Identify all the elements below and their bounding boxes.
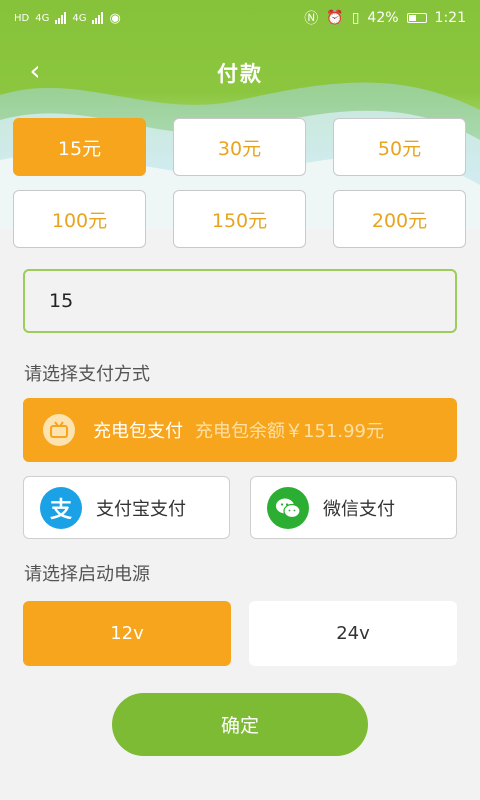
payment-method-label: 请选择支付方式 (24, 364, 150, 385)
chevron-left-icon[interactable]: ‹ (20, 56, 50, 86)
amount-button-150[interactable]: 150元 (173, 190, 306, 248)
amount-button-50[interactable]: 50元 (333, 118, 466, 176)
signal-icon (55, 12, 67, 24)
status-right: Ⓝ ⏰ ▯ 42% 1:21 (304, 8, 466, 28)
amount-button-200[interactable]: 200元 (333, 190, 466, 248)
voltage-24v-button[interactable]: 24v (249, 601, 457, 666)
power-source-label: 请选择启动电源 (24, 564, 150, 585)
hd-label: HD (14, 12, 30, 24)
network-label-1: 4G (35, 12, 50, 24)
network-label-2: 4G (72, 12, 87, 24)
voltage-12v-button[interactable]: 12v (23, 601, 231, 666)
wechat-option[interactable]: 微信支付 (250, 476, 457, 539)
amount-input[interactable] (49, 290, 455, 312)
clock: 1:21 (434, 10, 466, 26)
battery-icon (406, 13, 427, 23)
alarm-icon: ⏰ (326, 10, 344, 26)
amount-button-100[interactable]: 100元 (13, 190, 146, 248)
alipay-label: 支付宝支付 (96, 498, 186, 520)
battery-percent: 42% (367, 10, 399, 26)
amount-input-box (23, 269, 457, 333)
alipay-icon: 支 (40, 486, 82, 529)
signal-icon-2 (92, 12, 104, 24)
wallet-pay-option[interactable]: 充电包支付 充电包余额￥151.99元 (23, 398, 457, 462)
status-bar: HD 4G 4G ◉ Ⓝ ⏰ ▯ 42% 1:21 (0, 0, 480, 36)
eye-icon: ◉ (109, 10, 121, 26)
wallet-balance: 充电包余额￥151.99元 (195, 421, 384, 442)
wechat-label: 微信支付 (323, 498, 395, 520)
page-title: 付款 (217, 62, 263, 86)
title-bar: ‹ 付款 (0, 48, 480, 98)
amount-button-15[interactable]: 15元 (13, 118, 146, 176)
status-left: HD 4G 4G ◉ (14, 11, 121, 26)
alipay-option[interactable]: 支 支付宝支付 (23, 476, 230, 539)
wallet-pay-label: 充电包支付 (93, 421, 183, 442)
nfc-icon: Ⓝ (304, 11, 319, 27)
tv-wallet-icon (43, 414, 75, 446)
wechat-icon (267, 486, 309, 529)
confirm-button[interactable]: 确定 (112, 693, 368, 756)
vibrate-icon: ▯ (351, 10, 360, 26)
amount-button-30[interactable]: 30元 (173, 118, 306, 176)
